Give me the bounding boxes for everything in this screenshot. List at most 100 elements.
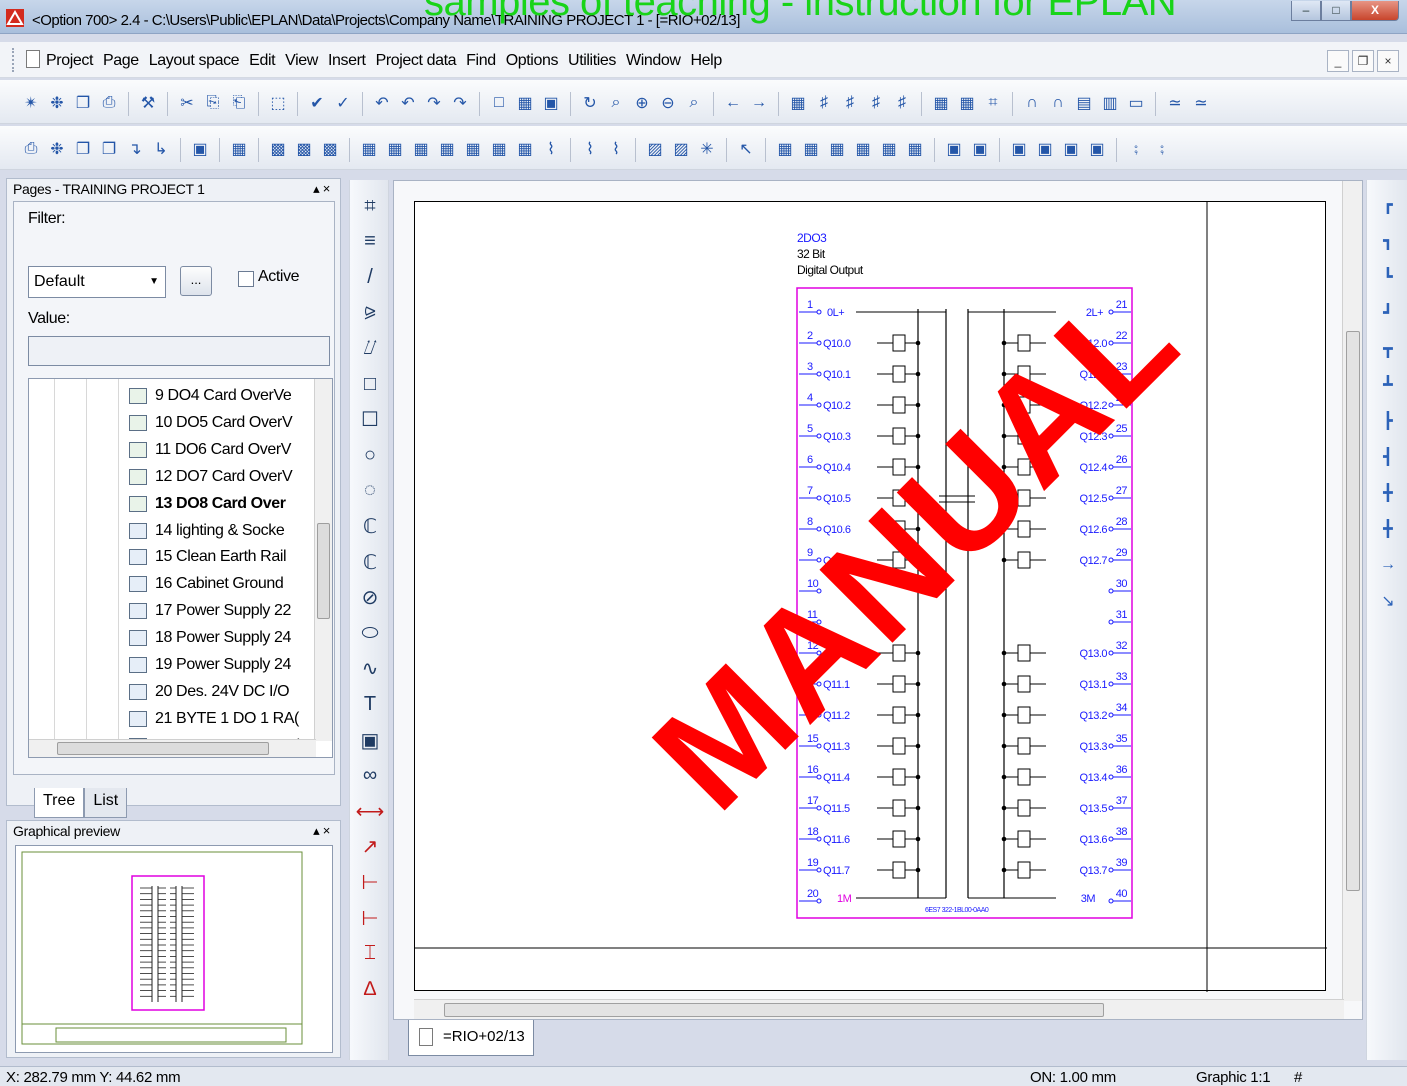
tree-item[interactable]: 15 Clean Earth Rail <box>129 544 287 570</box>
tb1-tool-icon[interactable]: ▣ <box>540 92 562 114</box>
tree-item[interactable]: 20 Des. 24V DC I/O <box>129 679 290 705</box>
tb1-tool-icon[interactable]: ⬚ <box>267 92 289 114</box>
drawing-tool-icon[interactable]: / <box>358 265 382 289</box>
menu-edit[interactable]: Edit <box>249 52 275 70</box>
grip-handle[interactable] <box>12 48 15 72</box>
mdi-restore-button[interactable]: ❐ <box>1352 50 1374 72</box>
connection-symbol-icon[interactable]: → <box>1377 554 1399 576</box>
tb1-tool-icon[interactable]: ∩ <box>1047 92 1069 114</box>
menu-layout-space[interactable]: Layout space <box>149 52 240 70</box>
tb1-tool-icon[interactable]: ▦ <box>787 92 809 114</box>
tree-item[interactable]: 16 Cabinet Ground <box>129 571 284 597</box>
tb1-tool-icon[interactable]: ▦ <box>956 92 978 114</box>
tb2-tool-icon[interactable]: ▦ <box>514 138 536 160</box>
tb2-tool-icon[interactable]: ▩ <box>319 138 341 160</box>
tree-item[interactable]: 10 DO5 Card OverV <box>129 410 293 436</box>
tb2-tool-icon[interactable]: ▦ <box>826 138 848 160</box>
tree-item[interactable]: 14 lighting & Socke <box>129 518 285 544</box>
drawing-canvas[interactable]: 2DO3 32 Bit Digital Output 6ES7 322-1BL00-0… <box>393 180 1363 1020</box>
drawing-tool-icon[interactable]: ⌶ <box>358 942 382 966</box>
tb1-tool-icon[interactable]: ⊖ <box>657 92 679 114</box>
tb2-tool-icon[interactable]: ▨ <box>644 138 666 160</box>
tb1-tool-icon[interactable]: ⊕ <box>631 92 653 114</box>
tree-item[interactable]: 12 DO7 Card OverV <box>129 464 293 490</box>
connection-symbol-icon[interactable]: ↘ <box>1377 590 1399 612</box>
tb2-tool-icon[interactable]: ▦ <box>878 138 900 160</box>
tb1-tool-icon[interactable]: ♯ <box>813 92 835 114</box>
drawing-tool-icon[interactable]: ∆ <box>358 977 382 1001</box>
drawing-tool-icon[interactable]: ◌ <box>358 479 382 503</box>
tb1-tool-icon[interactable]: ▤ <box>1073 92 1095 114</box>
tb2-tool-icon[interactable]: ▦ <box>436 138 458 160</box>
tb2-tool-icon[interactable]: ▦ <box>488 138 510 160</box>
tb1-tool-icon[interactable]: ✴ <box>20 92 42 114</box>
drawing-tool-icon[interactable]: ≡ <box>358 230 382 254</box>
tree-item[interactable]: 13 DO8 Card Over <box>129 491 286 517</box>
tb1-tool-icon[interactable]: ▦ <box>930 92 952 114</box>
tb1-tool-icon[interactable]: ❐ <box>72 92 94 114</box>
tb1-tool-icon[interactable]: ♯ <box>839 92 861 114</box>
filter-select[interactable]: Default ▼ <box>28 266 166 298</box>
tb2-tool-icon[interactable]: ❐ <box>98 138 120 160</box>
tb1-tool-icon[interactable]: ▭ <box>1125 92 1147 114</box>
tb2-tool-icon[interactable]: ↴ <box>124 138 146 160</box>
tb2-tool-icon[interactable]: ▦ <box>228 138 250 160</box>
drawing-tool-icon[interactable]: □ <box>358 372 382 396</box>
tb2-tool-icon[interactable]: ✳ <box>696 138 718 160</box>
sheet-tab[interactable]: =RIO+02/13 <box>408 1020 534 1056</box>
tb1-tool-icon[interactable]: ♯ <box>865 92 887 114</box>
menu-view[interactable]: View <box>285 52 318 70</box>
tb2-tool-icon[interactable]: ▦ <box>410 138 432 160</box>
tab-list[interactable]: List <box>84 788 128 818</box>
menu-project[interactable]: Project <box>46 52 93 70</box>
tb2-tool-icon[interactable]: ⨟ <box>1125 138 1147 160</box>
menu-window[interactable]: Window <box>626 52 681 70</box>
tb1-tool-icon[interactable]: → <box>748 92 770 114</box>
tb1-tool-icon[interactable]: ⎗ <box>228 92 250 114</box>
drawing-tool-icon[interactable]: ∿ <box>358 657 382 681</box>
drawing-tool-icon[interactable]: ⊢ <box>358 870 382 894</box>
drawing-tool-icon[interactable]: ∞ <box>358 764 382 788</box>
drawing-tool-icon[interactable]: ⌰ <box>358 336 382 360</box>
tb2-tool-icon[interactable]: ⌇ <box>605 138 627 160</box>
tb2-tool-icon[interactable]: ▦ <box>774 138 796 160</box>
connection-symbol-icon[interactable]: ╋ <box>1377 518 1399 540</box>
tree-item[interactable]: 9 DO4 Card OverVe <box>129 383 292 409</box>
connection-symbol-icon[interactable]: ┻ <box>1377 374 1399 396</box>
tb2-tool-icon[interactable]: ⌇ <box>579 138 601 160</box>
canvas-horizontal-scrollbar[interactable] <box>414 999 1344 1019</box>
panel-pin-close-icon[interactable]: ▴ × <box>313 821 330 841</box>
connection-symbol-icon[interactable]: ┓ <box>1377 230 1399 252</box>
tb1-tool-icon[interactable]: ≃ <box>1190 92 1212 114</box>
connection-symbol-icon[interactable]: ┏ <box>1377 194 1399 216</box>
tree-item[interactable]: 21 BYTE 1 DO 1 RA( <box>129 706 299 732</box>
close-button[interactable]: X <box>1351 1 1399 21</box>
mdi-close-button[interactable]: × <box>1377 50 1399 72</box>
drawing-tool-icon[interactable]: ⟷ <box>356 799 385 823</box>
tb1-tool-icon[interactable]: ↷ <box>423 92 445 114</box>
connection-symbol-icon[interactable]: ╋ <box>1377 482 1399 504</box>
tb2-tool-icon[interactable]: ▦ <box>852 138 874 160</box>
tb1-tool-icon[interactable]: ⌕ <box>683 92 705 114</box>
tb2-tool-icon[interactable]: ▨ <box>670 138 692 160</box>
tree-item[interactable]: 11 DO6 Card OverV <box>129 437 291 463</box>
connection-symbol-icon[interactable]: ┣ <box>1377 410 1399 432</box>
drawing-tool-icon[interactable]: ☐ <box>358 408 382 432</box>
tb1-tool-icon[interactable]: ▥ <box>1099 92 1121 114</box>
maximize-button[interactable]: □ <box>1321 1 1351 21</box>
drawing-tool-icon[interactable]: ℂ <box>358 514 382 538</box>
tb2-tool-icon[interactable]: ▣ <box>1034 138 1056 160</box>
drawing-tool-icon[interactable]: ↗ <box>358 835 382 859</box>
tb1-tool-icon[interactable]: ↻ <box>579 92 601 114</box>
drawing-tool-icon[interactable]: ℂ <box>358 550 382 574</box>
tb2-tool-icon[interactable]: ▦ <box>462 138 484 160</box>
tb1-tool-icon[interactable]: ≃ <box>1164 92 1186 114</box>
menu-help[interactable]: Help <box>691 52 723 70</box>
tb2-tool-icon[interactable]: ▣ <box>1086 138 1108 160</box>
tree-item[interactable]: 19 Power Supply 24 <box>129 652 291 678</box>
tb1-tool-icon[interactable]: ▦ <box>514 92 536 114</box>
tree-horizontal-scrollbar[interactable] <box>29 739 316 757</box>
drawing-tool-icon[interactable]: ⊢ <box>358 906 382 930</box>
tb2-tool-icon[interactable]: ▦ <box>384 138 406 160</box>
tb2-tool-icon[interactable]: ▣ <box>1060 138 1082 160</box>
